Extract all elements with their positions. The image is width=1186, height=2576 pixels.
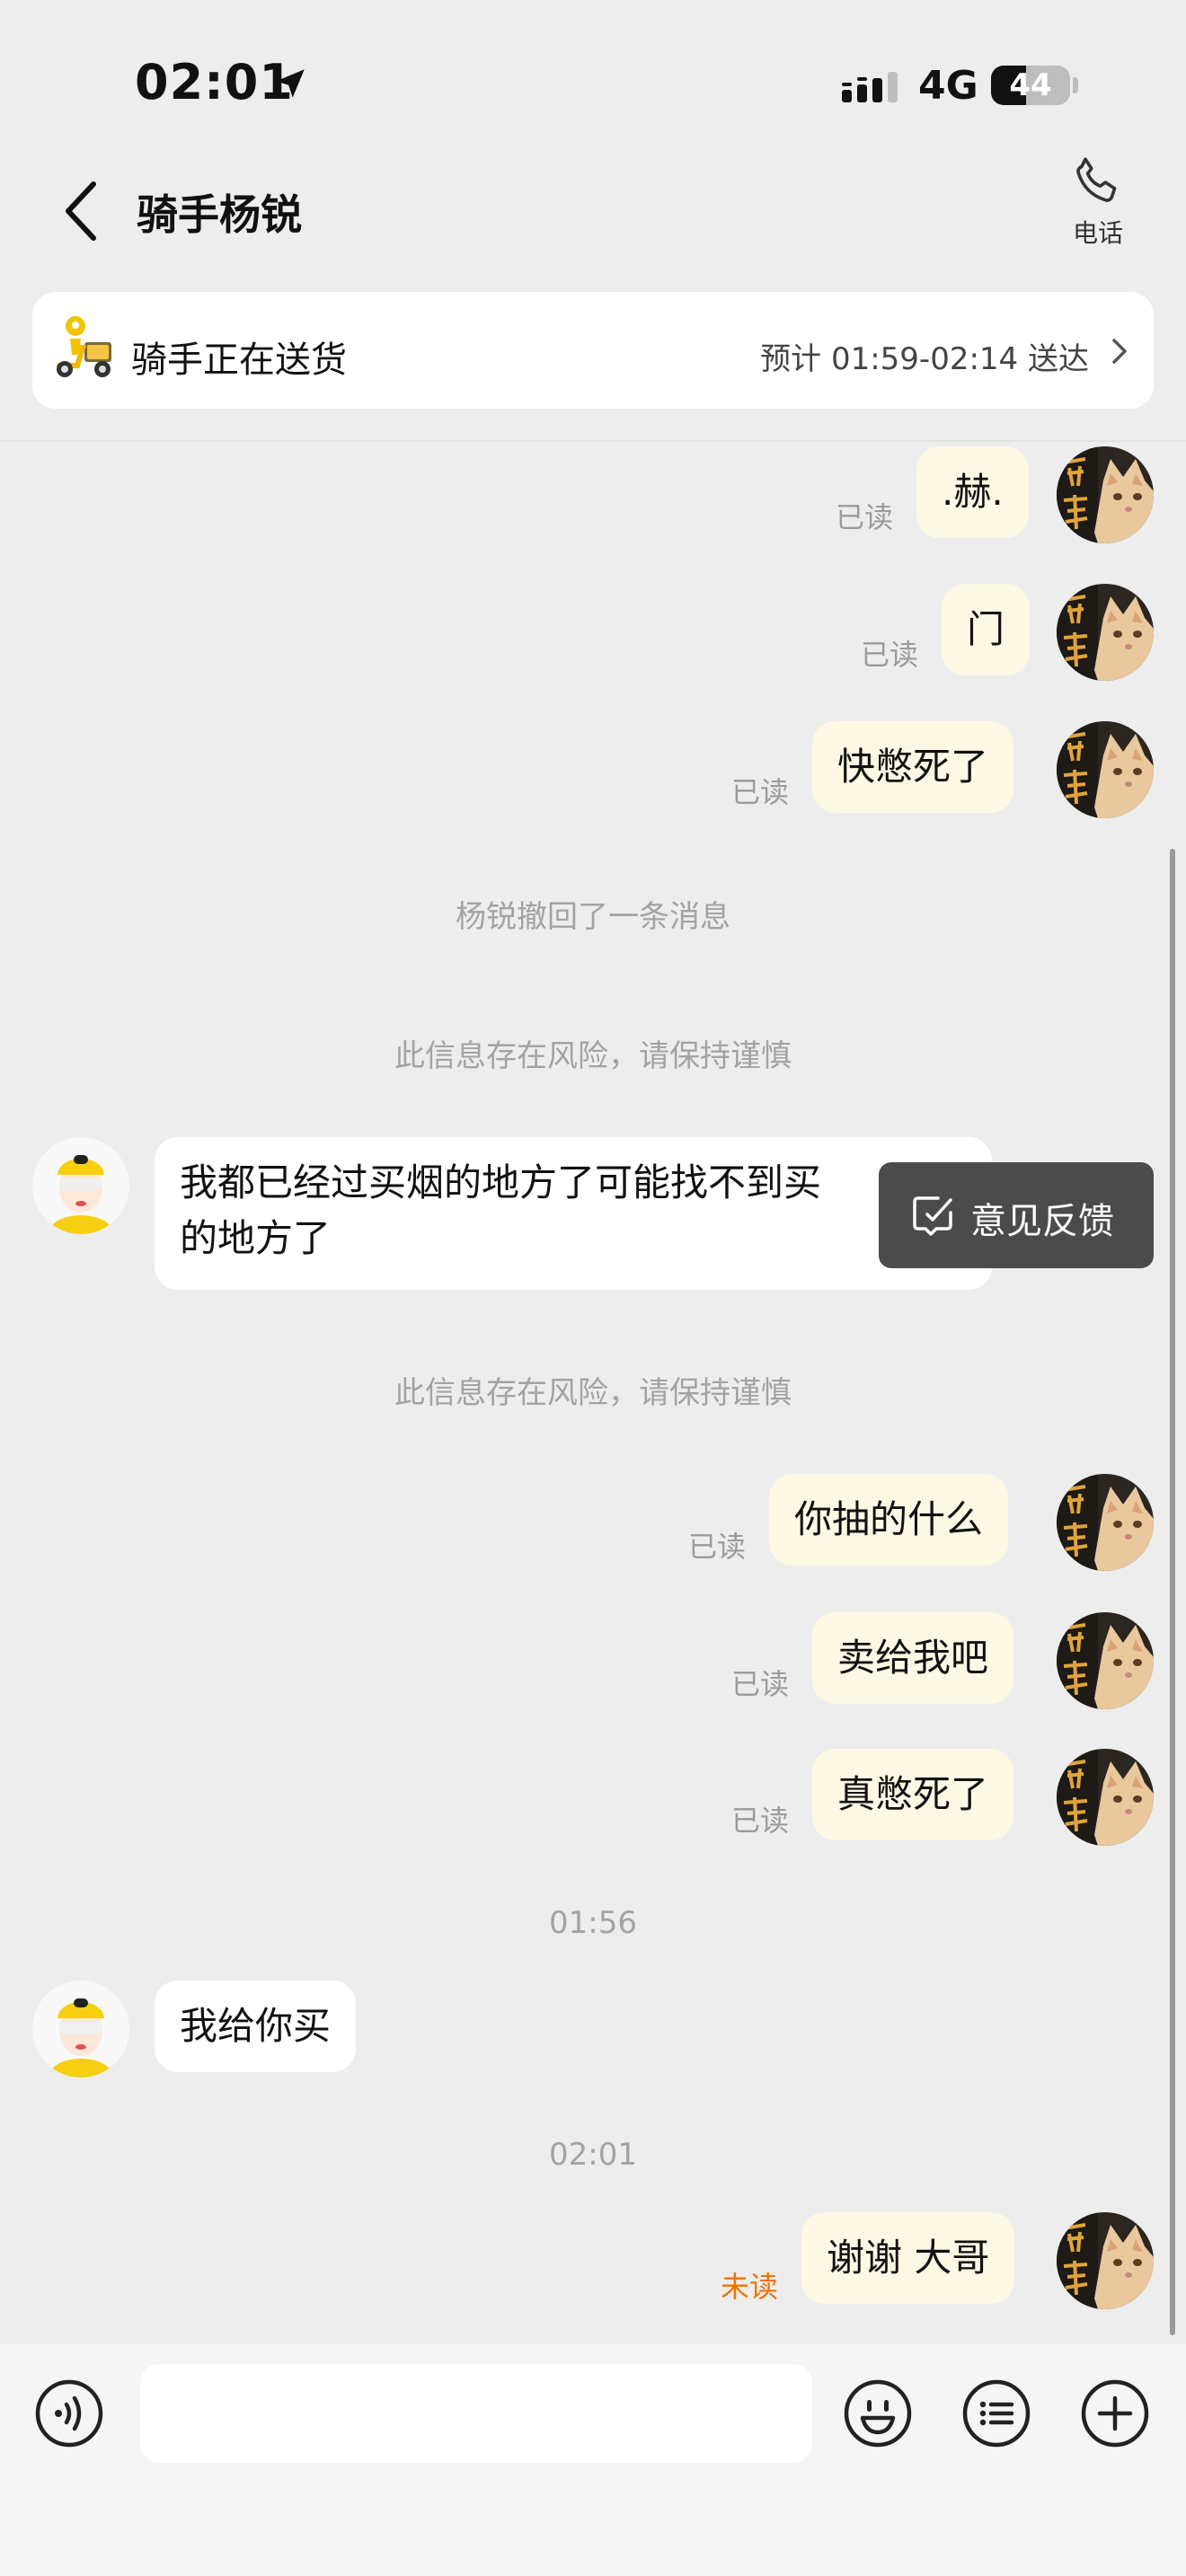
message-bubble-rider[interactable]: 我都已经过买烟的地方了可能找不到买 的地方了 xyxy=(155,1137,992,1290)
unread-receipt: 未读 xyxy=(721,2270,779,2304)
battery-level: 44 xyxy=(1009,67,1052,103)
my-avatar[interactable] xyxy=(1057,1474,1154,1571)
feedback-label: 意见反馈 xyxy=(970,1201,1114,1242)
read-receipt: 已读 xyxy=(861,638,919,672)
status-time: 02:01 xyxy=(135,54,294,110)
phone-icon xyxy=(1076,157,1117,202)
more-button[interactable] xyxy=(1080,2378,1150,2448)
signal-icon xyxy=(842,72,898,102)
chat-scrollbar[interactable] xyxy=(1170,849,1175,2335)
phone-button[interactable]: 电话 xyxy=(1060,153,1136,260)
feedback-button[interactable]: 意见反馈 xyxy=(879,1162,1154,1268)
rider-avatar[interactable] xyxy=(32,1137,129,1234)
read-receipt: 已读 xyxy=(731,775,790,809)
delivery-status-text: 骑手正在送货 xyxy=(131,340,347,381)
emoji-button[interactable] xyxy=(843,2378,913,2448)
system-message-recall: 杨锐撤回了一条消息 xyxy=(456,899,730,935)
voice-button[interactable] xyxy=(34,2378,104,2448)
message-bubble-mine[interactable]: 你抽的什么 xyxy=(769,1474,1009,1566)
phone-label: 电话 xyxy=(1072,218,1123,248)
message-line: 的地方了 xyxy=(180,1216,332,1260)
feedback-icon xyxy=(913,1196,952,1236)
header-divider xyxy=(0,440,1186,442)
location-arrow-icon xyxy=(276,69,305,98)
plus-icon xyxy=(1081,2379,1149,2448)
scooter-icon xyxy=(57,316,111,377)
timestamp: 02:01 xyxy=(549,2137,637,2173)
read-receipt: 已读 xyxy=(836,500,894,534)
my-avatar[interactable] xyxy=(1057,2212,1154,2309)
message-line: 我都已经过买烟的地方了可能找不到买 xyxy=(180,1160,822,1204)
message-bubble-mine[interactable]: 真憋死了 xyxy=(812,1749,1014,1840)
message-input[interactable] xyxy=(140,2364,812,2463)
read-receipt: 已读 xyxy=(688,1530,747,1564)
message-bubble-mine[interactable]: 谢谢 大哥 xyxy=(801,2212,1015,2304)
message-bubble-mine[interactable]: 门 xyxy=(942,584,1031,675)
back-icon xyxy=(66,181,96,241)
quick-reply-button[interactable] xyxy=(961,2378,1031,2448)
message-bubble-mine[interactable]: 快憋死了 xyxy=(812,721,1014,813)
voice-icon xyxy=(35,2379,103,2448)
my-avatar[interactable] xyxy=(1057,584,1154,681)
status-bar: 02:01 4G 44 xyxy=(0,0,1186,153)
rider-avatar[interactable] xyxy=(32,1981,129,2078)
battery-cap xyxy=(1073,77,1078,93)
list-icon xyxy=(962,2379,1031,2448)
my-avatar[interactable] xyxy=(1057,1749,1154,1846)
network-type: 4G xyxy=(918,63,978,109)
system-message-risk: 此信息存在风险，请保持谨慎 xyxy=(394,1038,792,1074)
my-avatar[interactable] xyxy=(1057,446,1154,543)
timestamp: 01:56 xyxy=(549,1905,637,1941)
message-bubble-rider[interactable]: 我给你买 xyxy=(155,1981,357,2072)
read-receipt: 已读 xyxy=(731,1667,790,1701)
delivery-eta: 预计 01:59-02:14 送达 xyxy=(760,341,1089,377)
my-avatar[interactable] xyxy=(1057,1612,1154,1709)
message-bubble-mine[interactable]: .赫. xyxy=(916,446,1029,538)
read-receipt: 已读 xyxy=(731,1804,790,1838)
chevron-right-icon xyxy=(1112,339,1127,364)
battery-indicator: 44 xyxy=(991,66,1070,105)
emoji-icon xyxy=(844,2379,912,2448)
delivery-status-card[interactable]: 骑手正在送货 预计 01:59-02:14 送达 xyxy=(32,292,1154,409)
system-message-risk: 此信息存在风险，请保持谨慎 xyxy=(394,1375,792,1411)
page-title: 骑手杨锐 xyxy=(137,190,302,239)
message-bubble-mine[interactable]: 卖给我吧 xyxy=(812,1612,1014,1704)
my-avatar[interactable] xyxy=(1057,721,1154,818)
back-button[interactable] xyxy=(56,175,110,247)
